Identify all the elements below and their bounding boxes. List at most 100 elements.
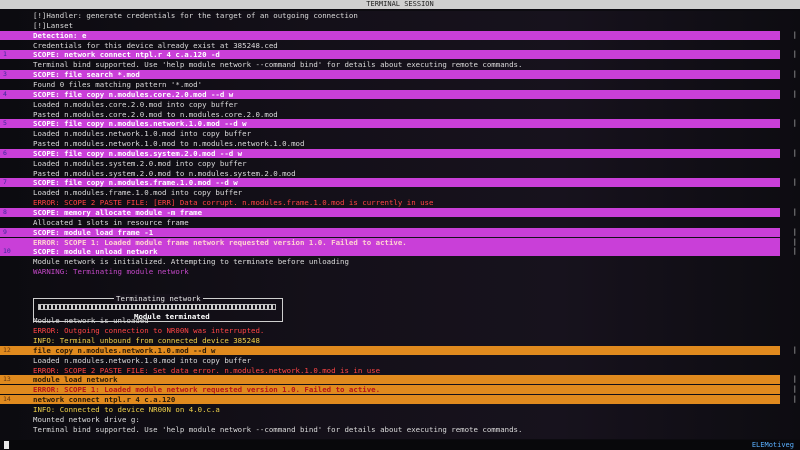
- terminal-line: Terminal bind supported. Use 'help modul…: [0, 425, 800, 434]
- terminal-output[interactable]: Terminating network Module terminated [!…: [0, 11, 800, 439]
- line-text: Loaded n.modules.network.1.0.mod into co…: [33, 129, 252, 139]
- terminal-line: Pasted n.modules.core.2.0.mod to n.modul…: [0, 110, 800, 119]
- line-text: ERROR: Outgoing connection to NR00N was …: [33, 326, 265, 336]
- terminal-line: ERROR: Outgoing connection to NR00N was …: [0, 326, 800, 335]
- line-number: [0, 60, 30, 69]
- terminal-line: 9 SCOPE: module load frame -1 |: [0, 227, 800, 237]
- terminal-line: [0, 287, 800, 296]
- line-text: SCOPE: file copy n.modules.network.1.0.m…: [33, 119, 247, 129]
- line-number: [0, 425, 30, 434]
- line-number: [0, 11, 30, 20]
- terminal-line: 6 SCOPE: file copy n.modules.system.2.0.m…: [0, 148, 800, 158]
- line-text: Pasted n.modules.network.1.0.mod to n.mo…: [33, 139, 305, 149]
- line-text: file copy n.modules.network.1.0.mod --d …: [33, 345, 216, 355]
- terminal-line: Pasted n.modules.system.2.0.mod to n.mod…: [0, 169, 800, 178]
- line-number: 12: [3, 345, 11, 354]
- terminal-line: ERROR: SCOPE 2 PASTE FILE: Set data erro…: [0, 366, 800, 375]
- terminal-line: 4 SCOPE: file copy n.modules.core.2.0.mod…: [0, 89, 800, 99]
- terminal-line: Found 0 files matching pattern '*.mod': [0, 80, 800, 89]
- scroll-marker: |: [792, 30, 797, 39]
- line-text: Module network is unloaded: [33, 316, 149, 326]
- line-text: ERROR: SCOPE 1: Loaded module network re…: [33, 385, 381, 395]
- line-number: [0, 366, 30, 375]
- terminal-line: [!]Handler: generate credentials for the…: [0, 11, 800, 20]
- terminal-line: 14 network connect ntpl.r 4 c.a.120 |: [0, 395, 800, 405]
- line-number: [0, 218, 30, 227]
- line-number: [0, 159, 30, 168]
- terminal-line: Module network is unloaded: [0, 316, 800, 325]
- terminal-line: 7 SCOPE: file copy n.modules.frame.1.0.mo…: [0, 178, 800, 188]
- line-text: Detection: e: [33, 30, 87, 40]
- line-text: SCOPE: file copy n.modules.system.2.0.mo…: [33, 148, 243, 158]
- line-number: [0, 238, 30, 247]
- line-text: ERROR: SCOPE 1: Loaded module frame netw…: [33, 237, 407, 247]
- line-number: [0, 139, 30, 148]
- scroll-marker: |: [792, 385, 797, 394]
- line-text: [!]Handler: generate credentials for the…: [33, 11, 358, 20]
- window-title: TERMINAL SESSION: [0, 0, 800, 9]
- terminal-line: INFO: Terminal unbound from connected de…: [0, 336, 800, 345]
- terminal-line: 12 file copy n.modules.network.1.0.mod --…: [0, 345, 800, 355]
- terminal-line: Terminal bind supported. Use 'help modul…: [0, 60, 800, 69]
- scroll-marker: |: [792, 70, 797, 79]
- scroll-marker: |: [792, 247, 797, 256]
- terminal-line: WARNING: Terminating module network: [0, 267, 800, 276]
- terminal-line: Pasted n.modules.network.1.0.mod to n.mo…: [0, 139, 800, 148]
- terminal-line: Module network is initialized. Attemptin…: [0, 257, 800, 266]
- scroll-marker: |: [792, 208, 797, 216]
- terminal-line: Loaded n.modules.frame.1.0.mod into copy…: [0, 188, 800, 197]
- line-number: [0, 385, 30, 394]
- terminal-line: Credentials for this device already exis…: [0, 41, 800, 50]
- line-number: 6: [3, 148, 7, 157]
- line-text: ERROR: SCOPE 2 PASTE FILE: [ERR] Data co…: [33, 198, 434, 208]
- line-number: 8: [3, 208, 7, 216]
- terminal-line: 13 module load network |: [0, 375, 800, 385]
- line-text: Credentials for this device already exis…: [33, 40, 278, 50]
- line-text: Allocated 1 slots in resource frame: [33, 217, 189, 227]
- line-number: [0, 129, 30, 138]
- line-number: [0, 405, 30, 414]
- line-number: [0, 257, 30, 266]
- line-text: Terminal bind supported. Use 'help modul…: [33, 60, 523, 70]
- line-text: WARNING: Terminating module network: [33, 267, 189, 277]
- line-number: [0, 21, 30, 30]
- scroll-marker: |: [792, 375, 797, 384]
- line-text: Loaded n.modules.core.2.0.mod into copy …: [33, 99, 238, 109]
- line-text: network connect ntpl.r 4 c.a.120: [33, 395, 176, 405]
- line-number: 14: [3, 395, 11, 404]
- cursor-block: [4, 441, 9, 449]
- scroll-marker: |: [792, 345, 797, 354]
- scroll-marker: |: [792, 89, 797, 98]
- line-number: [0, 169, 30, 178]
- line-number: [0, 297, 30, 306]
- line-number: [0, 41, 30, 50]
- line-number: [0, 80, 30, 89]
- line-number: [0, 198, 30, 207]
- line-text: SCOPE: module load frame -1: [33, 227, 154, 237]
- line-number: [0, 277, 30, 286]
- terminal-line: [0, 307, 800, 316]
- line-text: SCOPE: memory allocate module -m frame: [33, 208, 203, 217]
- line-number: 1: [3, 50, 7, 59]
- line-number: 7: [3, 178, 7, 187]
- scroll-marker: |: [792, 50, 797, 59]
- terminal-line: 8 SCOPE: memory allocate module -m frame |: [0, 208, 800, 217]
- line-text: SCOPE: file copy n.modules.frame.1.0.mod…: [33, 178, 238, 188]
- terminal-line: 3 SCOPE: file search *.mod |: [0, 70, 800, 80]
- scroll-marker: |: [792, 178, 797, 187]
- line-text: Loaded n.modules.network.1.0.mod into co…: [33, 355, 252, 365]
- line-text: Module network is initialized. Attemptin…: [33, 257, 349, 267]
- scroll-marker: |: [792, 237, 797, 246]
- line-number: [0, 326, 30, 335]
- line-number: [0, 267, 30, 276]
- terminal-line: Loaded n.modules.core.2.0.mod into copy …: [0, 100, 800, 109]
- line-text: SCOPE: module unload network: [33, 247, 158, 257]
- terminal-line: [0, 297, 800, 306]
- line-number: [0, 336, 30, 345]
- line-text: ERROR: SCOPE 2 PASTE FILE: Set data erro…: [33, 365, 381, 375]
- terminal-line: Detection: e |: [0, 30, 800, 40]
- line-text: INFO: Terminal unbound from connected de…: [33, 336, 260, 346]
- terminal-line: 1 SCOPE: network connect ntpl.r 4 c.a.120…: [0, 50, 800, 60]
- terminal-line: ERROR: SCOPE 1: Loaded module frame netw…: [0, 237, 800, 247]
- line-text: Found 0 files matching pattern '*.mod': [33, 79, 203, 89]
